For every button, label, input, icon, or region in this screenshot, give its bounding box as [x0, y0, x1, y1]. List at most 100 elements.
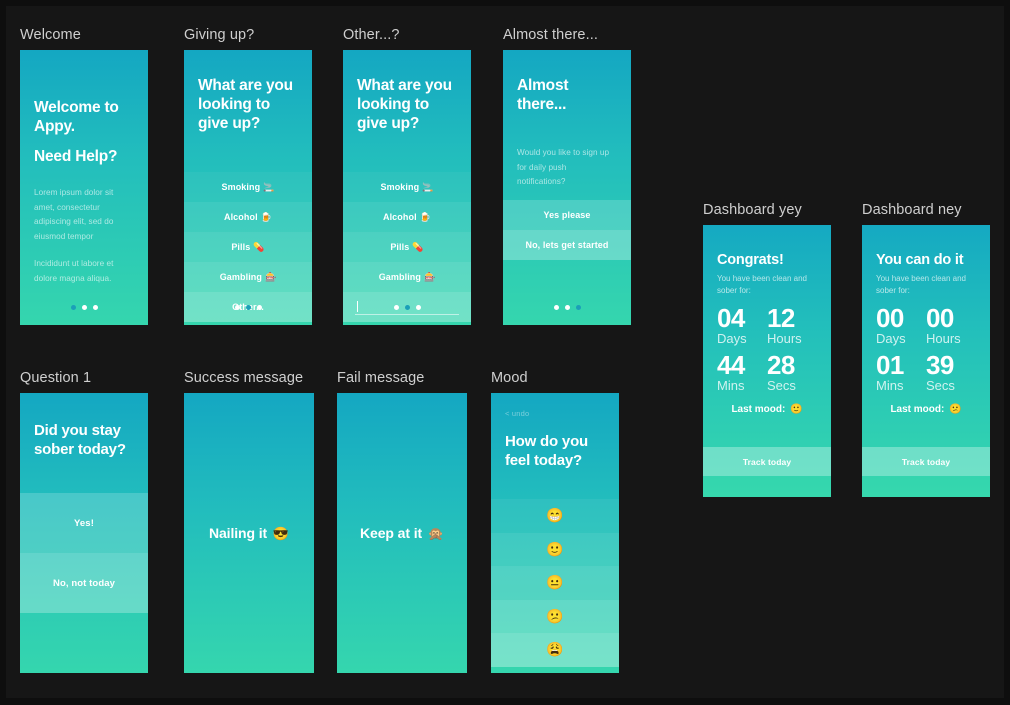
other-title: What are you looking to give up?	[357, 77, 452, 132]
last-mood-row: Last mood: 😕	[876, 404, 976, 415]
screen-label-almost-there: Almost there...	[503, 27, 598, 43]
counter-unit: Hours	[926, 331, 961, 346]
neutral-face-icon: 😐	[546, 574, 564, 591]
option-gambling[interactable]: Gambling 🎰	[184, 262, 312, 292]
dashboard-subtitle: You have been clean and sober for:	[717, 274, 808, 295]
counter-value: 28	[767, 350, 795, 380]
yes-please-button[interactable]: Yes please	[503, 200, 631, 230]
option-label: Gambling	[378, 272, 421, 282]
dashboard-title: You can do it	[876, 252, 964, 268]
counter-secs: 28 Secs	[767, 350, 817, 393]
sunglasses-face-icon: 😎	[272, 525, 289, 541]
mood-option-grinning[interactable]: 😁	[491, 499, 619, 533]
counter-value: 39	[926, 350, 954, 380]
phone-almost-there: Almost there... Would you like to sign u…	[503, 50, 631, 325]
dashboard-subtitle: You have been clean and sober for:	[876, 274, 967, 295]
phone-welcome: Welcome to Appy. Need Help? Lorem ipsum …	[20, 50, 148, 325]
cigarette-icon: 🚬	[422, 181, 434, 192]
pager-dots-other[interactable]	[343, 305, 471, 310]
option-alcohol[interactable]: Alcohol 🍺	[184, 202, 312, 232]
artboard-canvas: Welcome Welcome to Appy. Need Help? Lore…	[6, 6, 1004, 698]
pager-dots-almost-there[interactable]	[503, 305, 631, 310]
counter-grid: 04 Days 12 Hours 44 Mins 28 Secs	[717, 305, 817, 400]
option-pills[interactable]: Pills 💊	[343, 232, 471, 262]
pager-dots-welcome[interactable]	[20, 305, 148, 310]
pager-dot[interactable]	[81, 305, 87, 310]
grinning-face-icon: 😁	[546, 507, 564, 524]
screen-label-welcome: Welcome	[20, 27, 81, 43]
welcome-paragraph-1: Lorem ipsum dolor sit amet, consectetur …	[34, 188, 114, 241]
mood-option-frowning[interactable]: 😕	[491, 599, 619, 633]
slightly-smiling-face-icon: 🙂	[790, 404, 803, 415]
mood-title-line1: How do you	[505, 433, 588, 450]
screen-label-giving-up: Giving up?	[184, 27, 255, 43]
pager-dot[interactable]	[393, 305, 399, 310]
phone-giving-up: What are you looking to give up? Smoking…	[184, 50, 312, 325]
option-label: Pills	[390, 242, 410, 252]
beer-icon: 🍺	[419, 211, 431, 222]
mood-option-weary[interactable]: 😩	[491, 633, 619, 667]
welcome-title-line2: Appy.	[34, 118, 75, 135]
phone-mood: < undo How do you feel today? 😁 🙂 😐 😕 😩	[491, 393, 619, 673]
last-mood-label: Last mood:	[890, 404, 945, 415]
mood-option-neutral[interactable]: 😐	[491, 566, 619, 600]
slot-machine-icon: 🎰	[424, 271, 436, 282]
counter-unit: Days	[876, 331, 906, 346]
answer-no-button[interactable]: No, not today	[20, 553, 148, 613]
option-label: Pills	[231, 242, 251, 252]
almost-title-line2: there...	[517, 96, 567, 113]
welcome-title-line3: Need Help?	[34, 148, 118, 165]
counter-unit: Mins	[717, 378, 745, 393]
phone-fail: Keep at it 🙊	[337, 393, 467, 673]
track-today-button[interactable]: Track today	[703, 447, 831, 476]
giving-up-title: What are you looking to give up?	[198, 77, 293, 132]
screen-label-success: Success message	[184, 370, 304, 386]
counter-value: 00	[876, 303, 904, 333]
cigarette-icon: 🚬	[263, 181, 275, 192]
option-alcohol[interactable]: Alcohol 🍺	[343, 202, 471, 232]
option-pills[interactable]: Pills 💊	[184, 232, 312, 262]
success-message-row: Nailing it 😎	[209, 525, 289, 542]
slot-machine-icon: 🎰	[265, 271, 277, 282]
option-label: Alcohol	[223, 212, 258, 222]
option-label: Smoking	[221, 182, 261, 192]
success-message-text: Nailing it	[208, 524, 268, 541]
pager-dot[interactable]	[92, 305, 98, 310]
counter-unit: Secs	[926, 378, 955, 393]
phone-question-1: Did you stay sober today? Yes! No, not t…	[20, 393, 148, 673]
answer-yes-button[interactable]: Yes!	[20, 493, 148, 553]
welcome-title-line1: Welcome to	[34, 99, 119, 116]
pager-dot[interactable]	[575, 305, 581, 310]
screen-label-mood: Mood	[491, 370, 528, 386]
counter-grid: 00 Days 00 Hours 01 Mins 39 Secs	[876, 303, 976, 400]
pager-dot[interactable]	[553, 305, 559, 310]
option-label: Alcohol	[382, 212, 417, 222]
option-smoking[interactable]: Smoking 🚬	[184, 172, 312, 202]
pager-dot[interactable]	[415, 305, 421, 310]
pager-dot[interactable]	[564, 305, 570, 310]
pager-dot[interactable]	[70, 305, 76, 310]
mood-options: 😁 🙂 😐 😕 😩	[491, 499, 619, 667]
option-smoking[interactable]: Smoking 🚬	[343, 172, 471, 202]
give-up-option-list-other: Smoking 🚬 Alcohol 🍺 Pills 💊 Gambling 🎰	[343, 172, 471, 322]
phone-other: What are you looking to give up? Smoking…	[343, 50, 471, 325]
mood-option-slightly-smiling[interactable]: 🙂	[491, 532, 619, 566]
pager-dot[interactable]	[234, 305, 240, 310]
counter-days: 00 Days	[876, 303, 926, 346]
pager-dot[interactable]	[245, 305, 251, 310]
pill-icon: 💊	[412, 241, 424, 252]
pager-dots-giving-up[interactable]	[184, 305, 312, 310]
option-label: Smoking	[380, 182, 420, 192]
pager-dot[interactable]	[404, 305, 410, 310]
mood-title-line2: feel today?	[505, 452, 582, 469]
welcome-paragraph-2: Incididunt ut labore et dolore magna ali…	[34, 259, 114, 283]
pager-dot[interactable]	[256, 305, 262, 310]
option-gambling[interactable]: Gambling 🎰	[343, 262, 471, 292]
almost-there-actions: Yes please No, lets get started	[503, 200, 631, 260]
dashboard-title: Congrats!	[717, 252, 784, 268]
no-lets-get-started-button[interactable]: No, lets get started	[503, 230, 631, 260]
frowning-face-icon: 😕	[546, 607, 564, 624]
track-today-button[interactable]: Track today	[862, 447, 990, 476]
give-up-option-list: Smoking 🚬 Alcohol 🍺 Pills 💊 Gambling 🎰 O…	[184, 172, 312, 322]
undo-button[interactable]: < undo	[505, 409, 605, 418]
